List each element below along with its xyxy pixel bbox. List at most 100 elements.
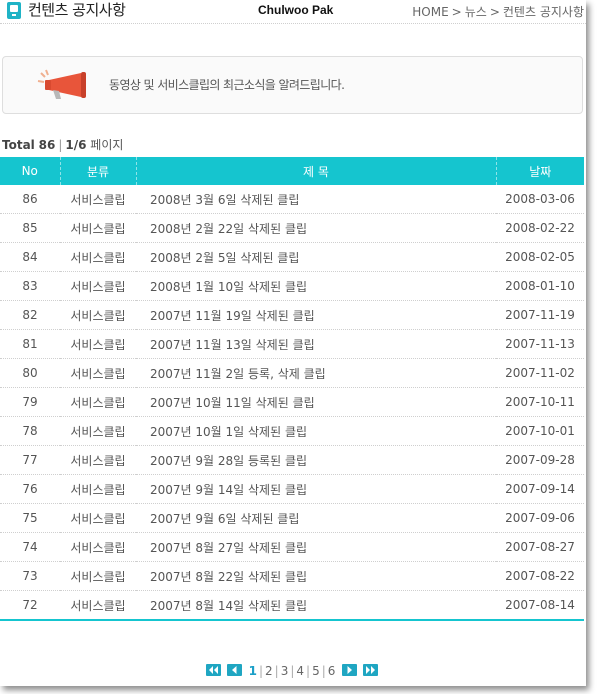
- table-row[interactable]: 85 서비스클립 2008년 2월 22일 삭제된 클립 2008-02-22: [0, 213, 584, 243]
- breadcrumb: HOME > 뉴스 > 컨텐츠 공지사항: [412, 4, 584, 20]
- chevron-right-icon[interactable]: [342, 664, 358, 676]
- page-divider: |: [290, 664, 295, 678]
- table-bottom-rule: [0, 619, 584, 621]
- notice-table: No 분류 제 목 날짜 86 서비스클립 2008년 3월 6일 삭제된 클립 20…: [0, 157, 584, 619]
- double-chevron-right-icon[interactable]: [363, 664, 379, 676]
- row-number: 78: [0, 416, 60, 446]
- column-header-category: 분류: [59, 157, 136, 185]
- pagination: 1 | 2 | 3 | 4 | 5 | 6: [0, 663, 584, 679]
- notice-banner: 동영상 및 서비스클립의 최근소식을 알려드립니다.: [2, 56, 583, 114]
- table-row[interactable]: 76 서비스클립 2007년 9월 14일 삭제된 클립 2007-09-14: [0, 474, 584, 504]
- table-row[interactable]: 74 서비스클립 2007년 8월 27일 삭제된 클립 2007-08-27: [0, 532, 584, 562]
- column-header-date: 날짜: [495, 157, 584, 185]
- page-link[interactable]: 5: [312, 663, 320, 679]
- row-category: 서비스클립: [60, 445, 136, 475]
- row-date: 2007-10-01: [496, 416, 584, 446]
- row-number: 74: [0, 532, 60, 562]
- row-category: 서비스클립: [60, 300, 136, 330]
- row-title-link[interactable]: 2008년 2월 5일 삭제된 클립: [136, 242, 496, 272]
- total-count: 86: [38, 138, 56, 152]
- row-date: 2008-03-06: [496, 185, 584, 214]
- phone-icon: [7, 2, 21, 19]
- table-header-row: No 분류 제 목 날짜: [0, 157, 584, 185]
- row-date: 2007-08-22: [496, 561, 584, 591]
- row-category: 서비스클립: [70, 598, 126, 613]
- row-title-link[interactable]: 2007년 10월 1일 삭제된 클립: [136, 416, 496, 446]
- table-row[interactable]: 84 서비스클립 2008년 2월 5일 삭제된 클립 2008-02-05: [0, 242, 584, 272]
- page-header: 컨텐츠 공지사항 Chulwoo Pak HOME > 뉴스 > 컨텐츠 공지사항: [0, 0, 586, 24]
- column-header-title: 제 목: [135, 157, 496, 185]
- row-number: 76: [0, 474, 60, 504]
- megaphone-icon: [37, 69, 86, 99]
- row-category: 서비스클립: [60, 271, 136, 301]
- page-link-current[interactable]: 1: [249, 663, 257, 679]
- row-date: 2007-11-19: [496, 300, 584, 330]
- page-info: 1/6: [65, 138, 87, 152]
- row-title-link[interactable]: 2007년 11월 2일 등록, 삭제 클립: [136, 358, 496, 388]
- page-link[interactable]: 2: [265, 663, 273, 679]
- table-row[interactable]: 78 서비스클립 2007년 10월 1일 삭제된 클립 2007-10-01: [0, 416, 584, 446]
- row-title-link[interactable]: 2007년 10월 11일 삭제된 클립: [136, 387, 496, 417]
- table-row[interactable]: 75 서비스클립 2007년 9월 6일 삭제된 클립 2007-09-06: [0, 503, 584, 533]
- header-divider: [0, 23, 586, 24]
- summary-divider: |: [58, 138, 63, 152]
- total-label: Total: [2, 138, 35, 152]
- row-category: 서비스클립: [60, 532, 136, 562]
- row-number: 80: [0, 358, 60, 388]
- page-frame: 컨텐츠 공지사항 Chulwoo Pak HOME > 뉴스 > 컨텐츠 공지사항 동영…: [0, 0, 586, 686]
- breadcrumb-home[interactable]: HOME: [412, 4, 448, 20]
- page-link[interactable]: 6: [328, 663, 336, 679]
- chevron-left-icon[interactable]: [226, 664, 242, 676]
- table-row[interactable]: 83 서비스클립 2008년 1월 10일 삭제된 클립 2008-01-10: [0, 271, 584, 301]
- page-link[interactable]: 3: [281, 663, 289, 679]
- row-number: 84: [0, 242, 60, 272]
- row-category: 서비스클립: [60, 387, 136, 417]
- table-row[interactable]: 73 서비스클립 2007년 8월 22일 삭제된 클립 2007-08-22: [0, 561, 584, 591]
- row-title-link[interactable]: 2007년 11월 19일 삭제된 클립: [136, 300, 496, 330]
- row-title-link[interactable]: 2007년 9월 6일 삭제된 클립: [136, 503, 496, 533]
- row-title-link[interactable]: 2007년 9월 28일 등록된 클립: [136, 445, 496, 475]
- row-title-link[interactable]: 2007년 8월 14일 삭제된 클립: [136, 591, 496, 620]
- row-date: 2008-01-10: [496, 271, 584, 301]
- row-number: 77: [0, 445, 60, 475]
- table-row[interactable]: 72 서비스클립 2007년 8월 14일 삭제된 클립 2007-08-14: [0, 591, 584, 620]
- row-title-link[interactable]: 2007년 8월 22일 삭제된 클립: [136, 561, 496, 591]
- page-divider: |: [306, 664, 311, 678]
- row-title-link[interactable]: 2007년 8월 27일 삭제된 클립: [136, 532, 496, 562]
- row-title-link[interactable]: 2007년 11월 13일 삭제된 클립: [136, 329, 496, 359]
- table-row[interactable]: 77 서비스클립 2007년 9월 28일 등록된 클립 2007-09-28: [0, 445, 584, 475]
- row-number: 72: [22, 598, 38, 612]
- author-watermark: Chulwoo Pak: [258, 3, 334, 17]
- row-number: 73: [0, 561, 60, 591]
- table-row[interactable]: 81 서비스클립 2007년 11월 13일 삭제된 클립 2007-11-13: [0, 329, 584, 359]
- row-date: 2007-11-13: [496, 329, 584, 359]
- banner-text: 동영상 및 서비스클립의 최근소식을 알려드립니다.: [109, 78, 345, 92]
- row-date: 2007-09-14: [496, 474, 584, 504]
- row-category: 서비스클립: [60, 185, 136, 214]
- double-chevron-left-icon[interactable]: [205, 664, 221, 676]
- page-divider: |: [258, 664, 263, 678]
- row-category: 서비스클립: [60, 561, 136, 591]
- row-title-link[interactable]: 2008년 1월 10일 삭제된 클립: [136, 271, 496, 301]
- table-row[interactable]: 80 서비스클립 2007년 11월 2일 등록, 삭제 클립 2007-11-02: [0, 358, 584, 388]
- row-date: 2007-09-06: [496, 503, 584, 533]
- row-date: 2007-08-14: [505, 598, 575, 612]
- table-row[interactable]: 79 서비스클립 2007년 10월 11일 삭제된 클립 2007-10-11: [0, 387, 584, 417]
- breadcrumb-news[interactable]: 뉴스: [465, 4, 487, 20]
- row-number: 75: [0, 503, 60, 533]
- page-divider: |: [274, 664, 279, 678]
- row-title-link[interactable]: 2007년 9월 14일 삭제된 클립: [136, 474, 496, 504]
- table-row[interactable]: 82 서비스클립 2007년 11월 19일 삭제된 클립 2007-11-19: [0, 300, 584, 330]
- row-title-link[interactable]: 2008년 3월 6일 삭제된 클립: [136, 185, 496, 214]
- page-word: 페이지: [90, 138, 124, 152]
- row-category: 서비스클립: [60, 503, 136, 533]
- page-link[interactable]: 4: [296, 663, 304, 679]
- row-category: 서비스클립: [60, 242, 136, 272]
- row-title-link[interactable]: 2008년 2월 22일 삭제된 클립: [136, 213, 496, 243]
- row-date: 2008-02-05: [496, 242, 584, 272]
- row-number: 79: [0, 387, 60, 417]
- breadcrumb-separator: >: [489, 5, 500, 19]
- row-date: 2007-11-02: [496, 358, 584, 388]
- page-number-list: 1 | 2 | 3 | 4 | 5 | 6: [247, 664, 338, 678]
- table-row[interactable]: 86 서비스클립 2008년 3월 6일 삭제된 클립 2008-03-06: [0, 185, 584, 214]
